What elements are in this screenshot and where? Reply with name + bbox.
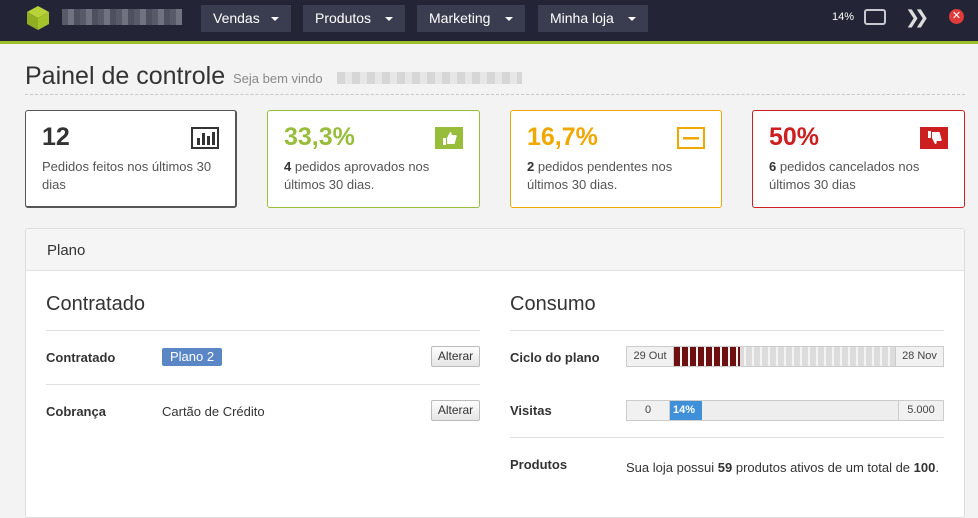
- setup-progress-box[interactable]: [864, 9, 886, 25]
- thumbs-up-icon: [435, 127, 463, 149]
- stat-text: pedidos pendentes nos últimos 30 dias.: [527, 159, 673, 192]
- produtos-prefix: Sua loja possui: [626, 460, 718, 475]
- contratado-section-title: Contratado: [46, 293, 145, 315]
- chevron-down-icon: [271, 17, 279, 21]
- produtos-middle: produtos ativos de um total de: [732, 460, 914, 475]
- chevron-down-icon: [628, 17, 636, 21]
- menu-minha-loja[interactable]: Minha loja: [538, 5, 648, 32]
- divider: [46, 384, 480, 385]
- stat-value: 12: [42, 123, 70, 151]
- store-name-redacted: [62, 9, 182, 25]
- produtos-label: Produtos: [510, 457, 568, 472]
- forward-arrows-icon[interactable]: ❯❯: [905, 7, 929, 28]
- cycle-end-label: 28 Nov: [895, 347, 943, 366]
- bar-chart-icon: [191, 127, 219, 149]
- minus-box-icon: [677, 127, 705, 149]
- stat-value: 50%: [769, 123, 820, 151]
- cobranca-label: Cobrança: [46, 404, 106, 419]
- stat-card-pending[interactable]: 16,7% 2 pedidos pendentes nos últimos 30…: [510, 110, 722, 208]
- produtos-total-count: 100: [913, 460, 936, 475]
- user-name-redacted: [337, 72, 522, 84]
- close-icon[interactable]: ✕: [949, 9, 964, 24]
- alterar-plano-button[interactable]: Alterar: [431, 346, 480, 367]
- menu-vendas-label: Vendas: [213, 10, 260, 26]
- chevron-down-icon: [385, 17, 393, 21]
- stat-text: pedidos cancelados nos últimos 30 dias: [769, 159, 920, 192]
- visits-progress-bar: 0 14% 5.000: [626, 400, 944, 421]
- menu-marketing[interactable]: Marketing: [417, 5, 525, 32]
- visits-max-label: 5.000: [898, 401, 943, 420]
- menu-produtos-label: Produtos: [315, 10, 372, 26]
- divider: [510, 330, 944, 331]
- cycle-progress-bar: 29 Out 28 Nov: [626, 346, 944, 367]
- plan-badge: Plano 2: [162, 348, 222, 366]
- page-title: Painel de controle: [25, 62, 226, 90]
- alterar-cobranca-button[interactable]: Alterar: [431, 400, 480, 421]
- cycle-track: [674, 347, 895, 366]
- cycle-fill: [674, 347, 740, 366]
- stat-description: 6 pedidos cancelados nos últimos 30 dias: [769, 158, 959, 194]
- stat-description: 4 pedidos aprovados nos últimos 30 dias.: [284, 158, 474, 194]
- menu-vendas[interactable]: Vendas: [201, 5, 291, 32]
- setup-progress-label: 14%: [832, 11, 855, 23]
- chevron-down-icon: [505, 17, 513, 21]
- title-divider: [25, 94, 965, 95]
- stat-text: pedidos aprovados nos últimos 30 dias.: [284, 159, 430, 192]
- stat-card-approved[interactable]: 33,3% 4 pedidos aprovados nos últimos 30…: [267, 110, 480, 208]
- stat-text: Pedidos feitos nos últimos 30 dias: [42, 159, 212, 192]
- visits-fill: 14%: [670, 401, 702, 420]
- welcome-text: Seja bem vindo: [233, 71, 323, 86]
- visits-min-label: 0: [627, 401, 670, 420]
- top-navbar: Vendas Produtos Marketing Minha loja 14%…: [0, 0, 978, 44]
- menu-minha-loja-label: Minha loja: [550, 10, 614, 26]
- consumo-section-title: Consumo: [510, 293, 596, 315]
- cube-logo-icon[interactable]: [26, 5, 50, 31]
- stat-card-cancelled[interactable]: 50% 6 pedidos cancelados nos últimos 30 …: [752, 110, 965, 208]
- stat-description: 2 pedidos pendentes nos últimos 30 dias.: [527, 158, 717, 194]
- visitas-label: Visitas: [510, 403, 552, 418]
- stat-value: 33,3%: [284, 123, 355, 151]
- produtos-text: Sua loja possui 59 produtos ativos de um…: [626, 456, 946, 479]
- cycle-start-label: 29 Out: [627, 347, 674, 366]
- ciclo-label: Ciclo do plano: [510, 350, 600, 365]
- thumbs-down-icon: [920, 127, 948, 149]
- stat-card-orders[interactable]: 12 Pedidos feitos nos últimos 30 dias: [25, 110, 237, 208]
- cobranca-value: Cartão de Crédito: [162, 404, 265, 419]
- contratado-label: Contratado: [46, 350, 116, 365]
- plano-panel-header: Plano: [26, 229, 964, 271]
- divider: [46, 330, 480, 331]
- produtos-suffix: .: [935, 460, 939, 475]
- divider: [510, 437, 944, 438]
- stat-value: 16,7%: [527, 123, 598, 151]
- plano-panel-title: Plano: [47, 242, 86, 259]
- menu-produtos[interactable]: Produtos: [303, 5, 405, 32]
- menu-marketing-label: Marketing: [429, 10, 491, 26]
- stat-description: Pedidos feitos nos últimos 30 dias: [42, 158, 232, 194]
- produtos-active-count: 59: [717, 460, 733, 475]
